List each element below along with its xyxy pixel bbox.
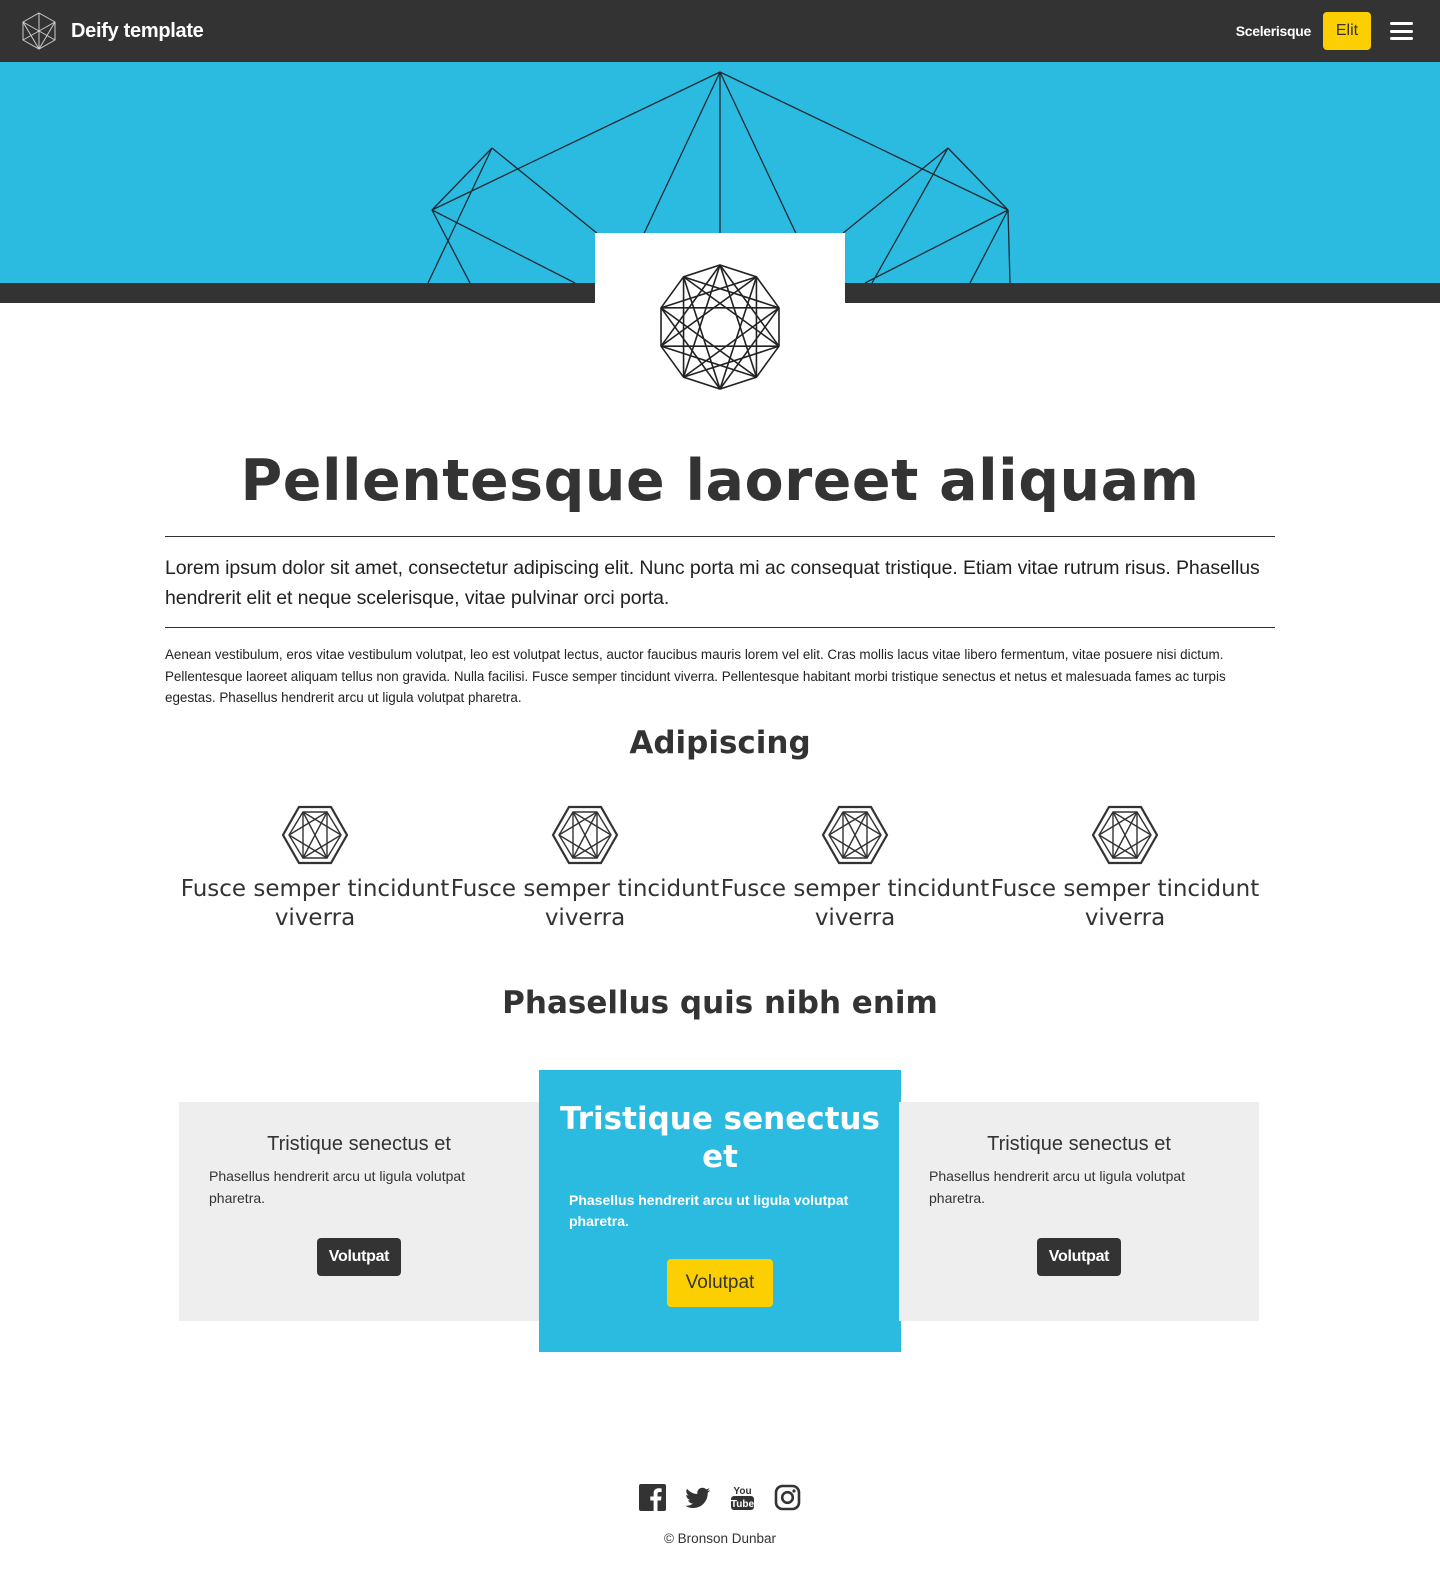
youtube-icon[interactable]: You Tube (729, 1484, 756, 1511)
card-title: Tristique senectus et (267, 1133, 451, 1155)
svg-text:Tube: Tube (731, 1499, 755, 1510)
card-left: Tristique senectus et Phasellus hendreri… (179, 1102, 539, 1321)
hamburger-menu-icon[interactable] (1390, 22, 1413, 40)
copyright: © Bronson Dunbar (663, 1531, 776, 1546)
hero-logo-icon (660, 264, 780, 390)
geometric-hexagon-icon (1091, 805, 1159, 865)
card-title: Tristique senectus et (987, 1133, 1171, 1155)
social-links: You Tube (0, 1484, 1440, 1511)
card-featured: Tristique senectus et Phasellus hendreri… (539, 1070, 901, 1352)
lead-paragraph: Lorem ipsum dolor sit amet, consectetur … (165, 557, 1260, 609)
twitter-icon[interactable] (684, 1484, 711, 1511)
feature-item: Fusce semper tincidunt viverra (990, 805, 1260, 933)
card-title: Tristique senectus et (560, 1101, 880, 1175)
features-heading: Adipiscing (629, 725, 811, 761)
brand-title: Deify template (71, 19, 204, 42)
page-title: Pellentesque laoreet aliquam (240, 448, 1200, 514)
card-text: Phasellus hendrerit arcu ut ligula volut… (209, 1168, 466, 1206)
card-right: Tristique senectus et Phasellus hendreri… (899, 1102, 1259, 1321)
card-text: Phasellus hendrerit arcu ut ligula volut… (569, 1192, 849, 1229)
card-text: Phasellus hendrerit arcu ut ligula volut… (929, 1168, 1186, 1206)
feature-item: Fusce semper tincidunt viverra (720, 805, 990, 933)
feature-label: Fusce semper tincidunt viverra (720, 876, 990, 931)
body-paragraph: Aenean vestibulum, eros vitae vestibulum… (165, 647, 1226, 705)
feature-label: Fusce semper tincidunt viverra (990, 876, 1260, 931)
instagram-icon[interactable] (774, 1484, 801, 1511)
brand[interactable]: Deify template (20, 12, 204, 50)
geometric-hexagon-icon (551, 805, 619, 865)
feature-label: Fusce semper tincidunt viverra (450, 876, 720, 931)
volutpat-button[interactable]: Volutpat (667, 1259, 773, 1307)
brand-logo-icon (22, 12, 56, 50)
volutpat-button[interactable]: Volutpat (1037, 1238, 1121, 1276)
title-divider (165, 536, 1275, 537)
feature-item: Fusce semper tincidunt viverra (180, 805, 450, 933)
hero-logo-card (595, 233, 845, 405)
feature-item: Fusce semper tincidunt viverra (450, 805, 720, 933)
pricing-heading: Phasellus quis nibh enim (502, 985, 938, 1021)
geometric-hexagon-icon (821, 805, 889, 865)
geometric-hexagon-icon (281, 805, 349, 865)
facebook-icon[interactable] (639, 1484, 666, 1511)
feature-label: Fusce semper tincidunt viverra (180, 876, 450, 931)
volutpat-button[interactable]: Volutpat (317, 1238, 401, 1276)
nav-elit-button[interactable]: Elit (1323, 12, 1371, 50)
lead-divider (165, 627, 1275, 628)
nav-link-scelerisque[interactable]: Scelerisque (1236, 0, 1312, 62)
navbar: Deify template Scelerisque Elit (0, 0, 1440, 62)
svg-text:You: You (733, 1486, 751, 1497)
